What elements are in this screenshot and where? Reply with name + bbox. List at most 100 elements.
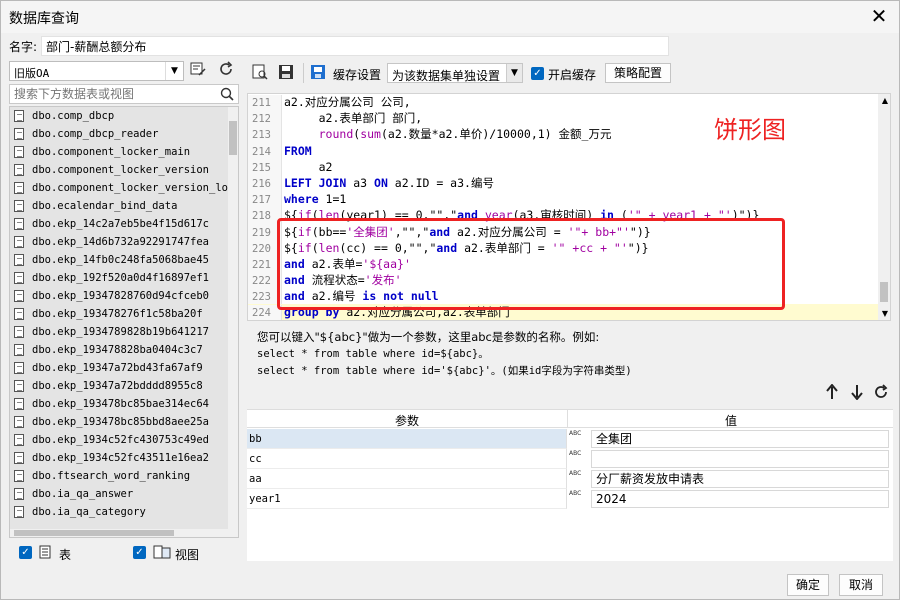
table-search-input[interactable] bbox=[10, 85, 215, 103]
enable-cache-checkbox[interactable]: ✓ bbox=[531, 67, 544, 80]
code-text: ${if(len(year1) == 0,"","and year(a3.审核时… bbox=[284, 208, 760, 223]
edit-connection-icon[interactable] bbox=[187, 61, 209, 81]
parameters-header: 参数 值 bbox=[247, 410, 893, 428]
strategy-config-button[interactable]: 策略配置 bbox=[605, 63, 671, 83]
string-type-icon[interactable]: ABC bbox=[569, 430, 589, 448]
tree-item-table[interactable]: dbo.ekp_14fb0c248fa5068bae45 bbox=[10, 251, 238, 269]
code-line[interactable]: 222 and 流程状态='发布' bbox=[248, 272, 890, 290]
parameter-row[interactable]: aa ABC 分厂薪资发放申请表 bbox=[247, 469, 893, 489]
line-number: 212 bbox=[248, 111, 282, 128]
parameter-name[interactable]: year1 bbox=[247, 489, 567, 509]
line-number: 223 bbox=[248, 289, 282, 306]
close-button[interactable]: ✕ bbox=[867, 5, 891, 29]
tree-hscroll-thumb[interactable] bbox=[14, 530, 174, 536]
parameter-row[interactable]: bb ABC 全集团 bbox=[247, 429, 893, 449]
move-up-icon[interactable] bbox=[823, 383, 841, 402]
refresh-icon[interactable] bbox=[215, 61, 237, 81]
tree-item-label: dbo.ekp_193478bc85bae314ec64 bbox=[32, 398, 210, 410]
scroll-down-icon[interactable]: ▼ bbox=[882, 309, 888, 318]
chevron-down-icon[interactable]: ▼ bbox=[506, 64, 522, 82]
parameter-value-input[interactable]: 全集团 bbox=[591, 430, 889, 448]
parameter-name[interactable]: bb bbox=[247, 429, 567, 449]
code-line[interactable]: 214 FROM bbox=[248, 143, 890, 160]
tree-item-table[interactable]: dbo.ekp_14c2a7eb5be4f15d617c bbox=[10, 215, 238, 233]
refresh-params-icon[interactable] bbox=[872, 384, 890, 402]
search-icon[interactable] bbox=[220, 85, 234, 107]
show-tables-checkbox[interactable]: ✓ bbox=[19, 546, 32, 559]
ok-button[interactable]: 确定 bbox=[787, 574, 829, 596]
code-line[interactable]: 221 and a2.表单='${aa}' bbox=[248, 256, 890, 274]
param-name-header: 参数 bbox=[394, 414, 419, 428]
code-line[interactable]: 220 ${if(len(cc) == 0,"","and a2.表单部门 = '… bbox=[248, 240, 890, 257]
code-line[interactable]: 224 group by a2.对应分属公司,a2.表单部门 bbox=[248, 304, 890, 320]
tree-item-table[interactable]: dbo.component_locker_version_log bbox=[10, 179, 238, 197]
tree-horizontal-scrollbar[interactable] bbox=[10, 529, 230, 537]
code-line[interactable]: 219 ${if(bb=='全集团',"","and a2.对应分属公司 = '"… bbox=[248, 224, 890, 241]
string-type-icon[interactable]: ABC bbox=[569, 470, 589, 488]
tree-vertical-scrollbar[interactable] bbox=[228, 107, 238, 537]
chevron-down-icon[interactable]: ▼ bbox=[165, 62, 183, 80]
parameter-row[interactable]: year1 ABC 2024 bbox=[247, 489, 893, 509]
line-number: 220 bbox=[248, 240, 282, 257]
parameter-value-input[interactable]: 分厂薪资发放申请表 bbox=[591, 470, 889, 488]
line-number: 213 bbox=[248, 127, 282, 144]
tree-item-table[interactable]: dbo.ekp_193478828ba0404c3c7 bbox=[10, 341, 238, 359]
tree-item-table[interactable]: dbo.comp_dbcp_reader bbox=[10, 125, 238, 143]
tree-item-table[interactable]: dbo.ekp_19347a72bdddd8955c8 bbox=[10, 377, 238, 395]
tree-item-label: dbo.component_locker_version bbox=[32, 164, 210, 176]
cache-mode-select[interactable]: 为该数据集单独设置 ▼ bbox=[387, 63, 523, 83]
code-line[interactable]: 212 a2.表单部门 部门, bbox=[248, 110, 890, 128]
code-text: a2.对应分属公司 公司, bbox=[284, 95, 411, 109]
sql-editor[interactable]: 211 a2.对应分属公司 公司, 212 a2.表单部门 部门, 213 round… bbox=[247, 93, 891, 321]
tree-item-table[interactable]: dbo.ekp_19347828760d94cfceb0 bbox=[10, 287, 238, 305]
tree-item-table[interactable]: dbo.ekp_19347a72bd43fa67af9 bbox=[10, 359, 238, 377]
tree-item-label: dbo.ia_qa_answer bbox=[32, 488, 134, 500]
line-number: 224 bbox=[248, 305, 282, 320]
line-number: 221 bbox=[248, 256, 282, 274]
cache-mode-value: 为该数据集单独设置 bbox=[392, 69, 501, 83]
code-line[interactable]: 213 round(sum(a2.数量*a2.单价)/10000,1) 金额_万… bbox=[248, 126, 890, 144]
cancel-button[interactable]: 取消 bbox=[839, 574, 883, 596]
save-icon[interactable] bbox=[277, 64, 295, 82]
tree-item-table[interactable]: dbo.ekp_1934789828b19b641217 bbox=[10, 323, 238, 341]
tree-item-table[interactable]: dbo.ekp_193478276f1c58ba20f bbox=[10, 305, 238, 323]
parameter-value-input[interactable]: 2024 bbox=[591, 490, 889, 508]
tree-item-table[interactable]: dbo.ia_qa_answer bbox=[10, 485, 238, 503]
tree-item-table[interactable]: dbo.ekp_14d6b732a92291747fea bbox=[10, 233, 238, 251]
name-input[interactable] bbox=[41, 36, 669, 56]
tree-item-table[interactable]: dbo.component_locker_version bbox=[10, 161, 238, 179]
parameter-value-input[interactable] bbox=[591, 450, 889, 468]
tree-item-table[interactable]: dbo.ecalendar_bind_data bbox=[10, 197, 238, 215]
tree-item-table[interactable]: dbo.ia_qa_category bbox=[10, 503, 238, 521]
tree-item-table[interactable]: dbo.ekp_193478bc85bbd8aee25a bbox=[10, 413, 238, 431]
tree-item-table[interactable]: dbo.comp_dbcp bbox=[10, 107, 238, 125]
code-line[interactable]: 223 and a2.编号 is not null bbox=[248, 288, 890, 306]
string-type-icon[interactable]: ABC bbox=[569, 450, 589, 468]
preview-icon[interactable] bbox=[251, 64, 269, 82]
parameter-name[interactable]: cc bbox=[247, 449, 567, 469]
database-select[interactable]: 旧版OA ▼ bbox=[9, 61, 184, 81]
code-line[interactable]: 211 a2.对应分属公司 公司, bbox=[248, 94, 890, 112]
cache-settings-label[interactable]: 缓存设置 bbox=[333, 66, 381, 83]
code-line[interactable]: 218 ${if(len(year1) == 0,"","and year(a3.… bbox=[248, 207, 890, 225]
move-down-icon[interactable] bbox=[848, 384, 866, 402]
scroll-up-icon[interactable]: ▲ bbox=[882, 96, 888, 105]
parameter-row[interactable]: cc ABC bbox=[247, 449, 893, 469]
cache-settings-icon[interactable] bbox=[309, 64, 327, 82]
code-line[interactable]: 215 a2 bbox=[248, 159, 890, 176]
string-type-icon[interactable]: ABC bbox=[569, 490, 589, 508]
tree-item-table[interactable]: dbo.ekp_1934c52fc430753c49ed bbox=[10, 431, 238, 449]
editor-scroll-thumb[interactable] bbox=[880, 282, 888, 302]
code-line[interactable]: 216 LEFT JOIN a3 ON a2.ID = a3.编号 bbox=[248, 175, 890, 193]
code-line[interactable]: 217 where 1=1 bbox=[248, 191, 890, 209]
tree-item-table[interactable]: dbo.component_locker_main bbox=[10, 143, 238, 161]
tree-item-table[interactable]: dbo.ftsearch_word_ranking bbox=[10, 467, 238, 485]
tree-scroll-thumb[interactable] bbox=[229, 121, 237, 155]
tree-item-table[interactable]: dbo.ekp_192f520a0d4f16897ef1 bbox=[10, 269, 238, 287]
tree-item-table[interactable]: dbo.ekp_193478bc85bae314ec64 bbox=[10, 395, 238, 413]
show-views-checkbox[interactable]: ✓ bbox=[133, 546, 146, 559]
table-search-box bbox=[9, 84, 239, 104]
parameter-name[interactable]: aa bbox=[247, 469, 567, 489]
tree-item-table[interactable]: dbo.ekp_1934c52fc43511e16ea2 bbox=[10, 449, 238, 467]
editor-scrollbar[interactable]: ▲ ▼ bbox=[878, 94, 890, 320]
